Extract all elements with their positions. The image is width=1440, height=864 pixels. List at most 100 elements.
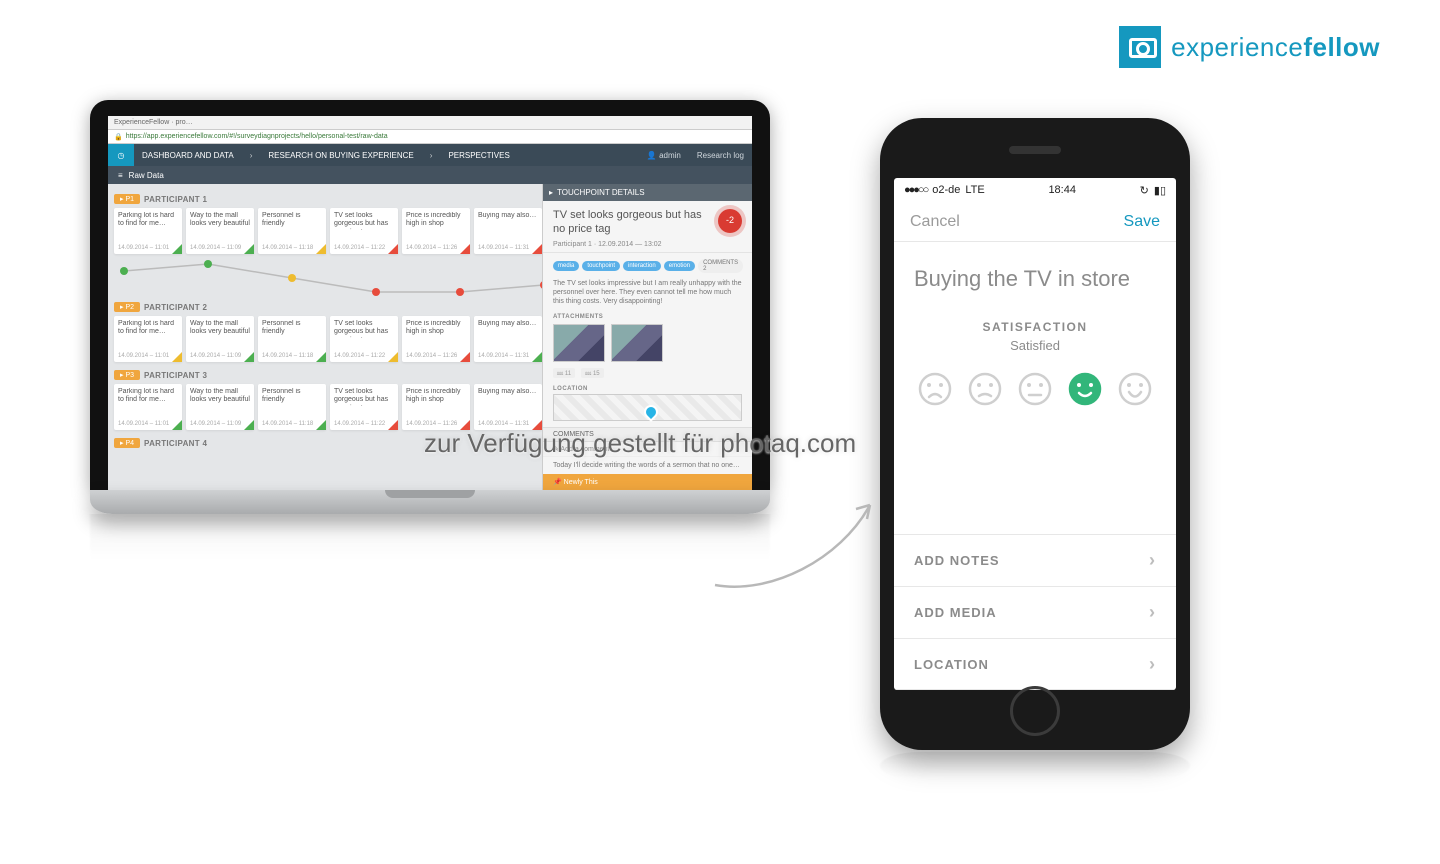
touchpoint-card[interactable]: Way to the mall looks very beautiful14.0… [186,384,254,430]
panel-header: ▸TOUCHPOINT DETAILS [543,184,752,201]
network-label: LTE [965,184,984,196]
satisfaction-scale[interactable] [894,371,1176,407]
menu-label: ADD MEDIA [914,605,997,620]
brand-icon [1119,26,1161,68]
research-log-button[interactable]: Research log [689,151,752,160]
touchpoint-card[interactable]: TV set looks gorgeous but has no price t… [330,316,398,362]
breadcrumb[interactable]: PERSPECTIVES [440,151,517,160]
chevron-right-icon: › [1149,654,1156,675]
face-3-icon[interactable] [1017,371,1053,407]
participant-name: PARTICIPANT 3 [144,371,207,380]
touchpoint-card[interactable]: Price is incredibly high in shop14.09.20… [402,384,470,430]
participant-badge[interactable]: ▸ P3 [114,370,140,380]
attachments-label: ATTACHMENTS [543,312,752,322]
face-1-icon[interactable] [917,371,953,407]
brand-logo: experiencefellow [1119,26,1380,68]
signal-icon: ●●●○○ [904,184,927,196]
touchpoint-card[interactable]: Personnel is friendly14.09.2014 – 11:18 [258,384,326,430]
chevron-right-icon: › [1149,550,1156,571]
subnav[interactable]: ≡Raw Data [108,166,752,184]
browser-tab-bar[interactable]: ExperienceFellow · pro… [108,116,752,130]
breadcrumb[interactable]: DASHBOARD AND DATA [134,151,242,160]
touchpoint-card[interactable]: Price is incredibly high in shop14.09.20… [402,316,470,362]
touchpoint-subtitle: Participant 1 · 12.09.2014 — 13:02 [543,241,752,253]
touchpoint-card[interactable]: Way to the mall looks very beautiful14.0… [186,208,254,254]
participant-band: ▸ P1 PARTICIPANT 1 Parking lot is hard to … [114,190,542,258]
watermark-text: zur Verfügung gestellt für photaq.com [424,428,856,459]
browser-tab[interactable]: ExperienceFellow · pro… [114,119,193,126]
pinned-item[interactable]: 📌 Newly This [543,474,752,490]
phone-device: ●●●○○ o2-de LTE 18:44 ↻ ▮▯ Cancel Save B… [880,118,1190,750]
lock-icon: 🔒 [114,133,123,141]
tag[interactable]: emotion [664,261,695,271]
entry-title-input[interactable]: Buying the TV in store [894,242,1176,302]
cancel-button[interactable]: Cancel [910,213,960,231]
participant-band: ▸ P3 PARTICIPANT 3 Parking lot is hard to … [114,366,542,434]
location-label: LOCATION [543,384,752,394]
menu-label: ADD NOTES [914,553,1000,568]
touchpoint-card[interactable]: Parking lot is hard to find for me…14.09… [114,316,182,362]
tag-row: media touchpoint interaction emotion COM… [543,253,752,279]
touchpoint-card[interactable]: Personnel is friendly14.09.2014 – 11:18 [258,208,326,254]
location-map[interactable] [553,394,742,421]
touchpoint-card[interactable]: Buying may also…14.09.2014 – 11:31 [474,316,542,362]
comments-count[interactable]: COMMENTS 2 [698,259,743,273]
attachment-thumbnail[interactable] [553,324,605,362]
participant-badge[interactable]: ▸ P2 [114,302,140,312]
brand-wordmark: experiencefellow [1171,32,1380,63]
laptop-reflection [90,514,770,563]
touchpoint-card[interactable]: Buying may also…14.09.2014 – 11:31 [474,208,542,254]
satisfaction-line-chart [114,260,536,296]
tag[interactable]: touchpoint [582,261,620,271]
save-button[interactable]: Save [1124,213,1160,231]
status-bar: ●●●○○ o2-de LTE 18:44 ↻ ▮▯ [894,178,1176,202]
chevron-right-icon: › [1149,602,1156,623]
face-4-icon[interactable] [1067,371,1103,407]
participant-badge[interactable]: ▸ P1 [114,194,140,204]
touchpoint-card[interactable]: Price is incredibly high in shop14.09.20… [402,208,470,254]
menu-row-add-notes[interactable]: ADD NOTES › [894,534,1176,586]
nav-bar: Cancel Save [894,202,1176,242]
touchpoint-card[interactable]: Buying may also…14.09.2014 – 11:31 [474,384,542,430]
tag[interactable]: interaction [623,261,661,271]
touchpoint-title: TV set looks gorgeous but has no price t… [543,201,752,241]
face-2-icon[interactable] [967,371,1003,407]
attachment-thumbnail[interactable] [611,324,663,362]
participant-band: ▸ P2PARTICIPANT 2Parking lot is hard to … [114,298,542,366]
phone-app: ●●●○○ o2-de LTE 18:44 ↻ ▮▯ Cancel Save B… [894,178,1176,690]
touchpoint-description: The TV set looks impressive but I am rea… [543,279,752,312]
attachment-size: ⅏ 11 [553,368,575,378]
attachment-size: ⅏ 15 [581,368,604,378]
browser-address-bar[interactable]: 🔒 https://app.experiencefellow.com/#!/su… [108,130,752,144]
participant-name: PARTICIPANT 1 [144,195,207,204]
touchpoint-card[interactable]: TV set looks gorgeous but has no price t… [330,384,398,430]
participant-badge[interactable]: ▸ P4 [114,438,140,448]
battery-icon: ▮▯ [1154,184,1166,197]
flow-arrow-icon [700,490,900,610]
laptop-device: ExperienceFellow · pro… 🔒 https://app.ex… [90,100,770,654]
clock: 18:44 [1048,184,1076,196]
carrier-label: o2-de [932,184,960,196]
menu-row-location[interactable]: LOCATION › [894,638,1176,690]
tag[interactable]: media [553,261,579,271]
rotation-lock-icon: ↻ [1140,184,1149,197]
home-icon[interactable]: ◷ [108,144,134,166]
face-5-icon[interactable] [1117,371,1153,407]
satisfaction-value: Satisfied [894,338,1176,353]
touchpoint-card[interactable]: Parking lot is hard to find for me…14.09… [114,384,182,430]
laptop-base [90,490,770,514]
breadcrumb[interactable]: RESEARCH ON BUYING EXPERIENCE [260,151,421,160]
app-header: ◷ DASHBOARD AND DATA › RESEARCH ON BUYIN… [108,144,752,166]
user-menu[interactable]: 👤 admin [639,151,689,160]
touchpoint-card[interactable]: Way to the mall looks very beautiful14.0… [186,316,254,362]
touchpoint-card[interactable]: Parking lot is hard to find for me…14.09… [114,208,182,254]
menu-row-add-media[interactable]: ADD MEDIA › [894,586,1176,638]
participant-name: PARTICIPANT 4 [144,439,207,448]
menu-label: LOCATION [914,657,989,672]
touchpoint-card[interactable]: TV set looks gorgeous but has no price t… [330,208,398,254]
satisfaction-block: SATISFACTION Satisfied [894,302,1176,433]
browser-url: https://app.experiencefellow.com/#!/surv… [126,133,388,140]
touchpoint-card[interactable]: Personnel is friendly14.09.2014 – 11:18 [258,316,326,362]
satisfaction-heading: SATISFACTION [894,320,1176,334]
phone-reflection [880,752,1190,780]
